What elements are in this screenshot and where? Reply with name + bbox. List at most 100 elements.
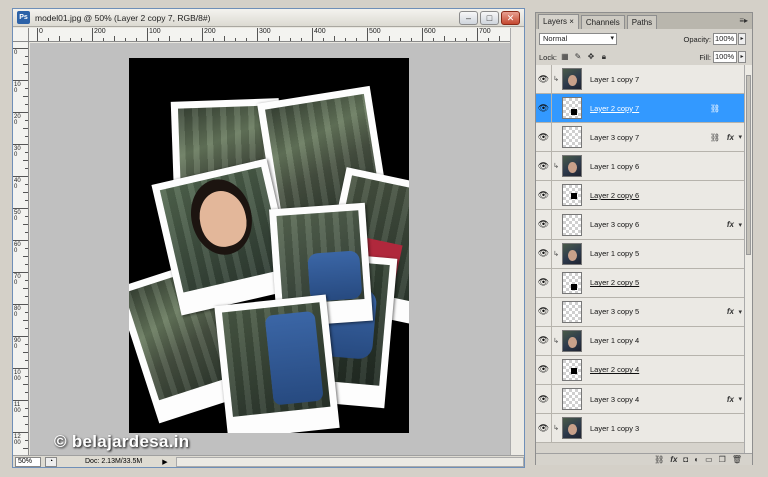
add-mask-icon[interactable]: ◘ — [683, 455, 688, 464]
layer-row[interactable]: 👁︎ Layer 3 copy 4 fx ▾ — [536, 385, 744, 415]
layer-thumbnail[interactable] — [562, 358, 582, 381]
visibility-eye-icon[interactable]: 👁︎ — [536, 239, 552, 268]
visibility-eye-icon[interactable]: 👁︎ — [536, 65, 552, 94]
layer-row[interactable]: 👁︎ Layer 3 copy 6 fx ▾ — [536, 210, 744, 240]
layer-name[interactable]: Layer 1 copy 7 — [590, 75, 639, 84]
layer-name[interactable]: Layer 2 copy 4 — [590, 365, 639, 374]
layer-name[interactable]: Layer 2 copy 6 — [590, 191, 639, 200]
expand-effects-icon[interactable]: ▾ — [738, 133, 742, 141]
layer-row[interactable]: 👁︎ ↳ Layer 1 copy 5 — [536, 239, 744, 269]
layer-name[interactable]: Layer 1 copy 4 — [590, 336, 639, 345]
status-info-icon[interactable]: ◔ — [45, 456, 57, 467]
status-menu-arrow-icon[interactable]: ▶ — [162, 458, 167, 466]
layers-scrollbar[interactable] — [744, 65, 752, 453]
zoom-field[interactable]: 50% — [15, 456, 41, 467]
lock-image-icon[interactable]: ✎ — [573, 52, 583, 62]
visibility-eye-icon[interactable]: 👁︎ — [536, 210, 552, 239]
lock-position-icon[interactable]: ✥ — [586, 52, 596, 62]
tab-channels[interactable]: Channels — [580, 15, 625, 29]
visibility-eye-icon[interactable]: 👁︎ — [536, 94, 552, 123]
layer-row[interactable]: 👁︎ Layer 3 copy 7 ⛓︎ fx ▾ — [536, 123, 744, 153]
layer-row[interactable]: 👁︎ ↳ Layer 1 copy 6 — [536, 152, 744, 182]
ruler-origin[interactable] — [13, 28, 29, 42]
layer-thumbnail[interactable] — [562, 97, 582, 120]
layer-thumbnail[interactable] — [562, 417, 582, 440]
layer-effects-icon[interactable]: fx — [727, 395, 734, 404]
layer-thumbnail[interactable] — [562, 155, 582, 178]
layer-name[interactable]: Layer 1 copy 5 — [590, 249, 639, 258]
layer-effects-icon[interactable]: fx — [727, 307, 734, 316]
layer-name[interactable]: Layer 3 copy 4 — [590, 395, 639, 404]
visibility-eye-icon[interactable]: 👁︎ — [536, 181, 552, 210]
visibility-eye-icon[interactable]: 👁︎ — [536, 385, 552, 414]
horizontal-ruler[interactable]: 0200100200300400500600700800 — [29, 28, 510, 42]
layer-thumbnail[interactable] — [562, 213, 582, 236]
maximize-button[interactable]: □ — [480, 11, 499, 25]
delete-layer-icon[interactable]: 🗑︎ — [732, 455, 742, 464]
lock-all-icon[interactable]: 🔒︎ — [599, 52, 609, 62]
document-vertical-scrollbar[interactable] — [510, 28, 524, 455]
opacity-arrow-icon[interactable]: ▸ — [738, 33, 746, 45]
visibility-eye-icon[interactable]: 👁︎ — [536, 297, 552, 326]
layer-row[interactable]: 👁︎ Layer 2 copy 7 ⛓︎ — [536, 94, 744, 124]
visibility-eye-icon[interactable]: 👁︎ — [536, 414, 552, 443]
layer-row[interactable]: 👁︎ Layer 2 copy 6 — [536, 181, 744, 211]
layer-thumbnail[interactable] — [562, 300, 582, 323]
opacity-field[interactable]: 100% — [713, 33, 737, 45]
layer-thumbnail[interactable] — [562, 242, 582, 265]
link-layers-icon[interactable]: ⛓︎ — [654, 455, 664, 464]
minimize-button[interactable]: – — [459, 11, 478, 25]
fill-arrow-icon[interactable]: ▸ — [738, 51, 746, 63]
visibility-eye-icon[interactable]: 👁︎ — [536, 268, 552, 297]
link-chain-icon[interactable]: ⛓︎ — [710, 133, 720, 142]
adjustment-layer-icon[interactable]: ◐ — [694, 455, 699, 464]
lock-transparency-icon[interactable]: ▦ — [560, 52, 570, 62]
layer-row[interactable]: 👁︎ Layer 3 copy 5 fx ▾ — [536, 297, 744, 327]
vertical-ruler[interactable]: 0 100 200 300 400 500 600 700 800 900 1000 1100 1200 — [13, 42, 29, 455]
layer-row[interactable]: 👁︎ ↳ Layer 1 copy 7 — [536, 65, 744, 95]
layer-row[interactable]: 👁︎ ↳ Layer 1 copy 3 — [536, 414, 744, 444]
visibility-eye-icon[interactable]: 👁︎ — [536, 152, 552, 181]
layers-scroll-thumb[interactable] — [746, 75, 751, 255]
document-titlebar[interactable]: Ps model01.jpg @ 50% (Layer 2 copy 7, RG… — [13, 9, 524, 27]
visibility-eye-icon[interactable]: 👁︎ — [536, 123, 552, 152]
layer-name[interactable]: Layer 3 copy 6 — [590, 220, 639, 229]
layer-name[interactable]: Layer 3 copy 7 — [590, 133, 639, 142]
document-horizontal-scrollbar[interactable] — [175, 456, 524, 467]
expand-effects-icon[interactable]: ▾ — [738, 221, 742, 229]
layer-row[interactable]: 👁︎ Layer 2 copy 5 — [536, 268, 744, 298]
link-chain-icon[interactable]: ⛓︎ — [710, 104, 720, 113]
expand-effects-icon[interactable]: ▾ — [738, 308, 742, 316]
ruler-tick — [92, 28, 93, 41]
layer-name[interactable]: Layer 2 copy 5 — [590, 278, 639, 287]
layer-thumbnail[interactable] — [562, 271, 582, 294]
blend-mode-select[interactable]: Normal — [539, 33, 617, 45]
panel-menu-icon[interactable]: ≡▸ — [739, 16, 748, 25]
layer-thumbnail[interactable] — [562, 388, 582, 411]
tab-layers[interactable]: Layers × — [538, 14, 579, 29]
layer-thumbnail[interactable] — [562, 329, 582, 352]
layer-name[interactable]: Layer 1 copy 6 — [590, 162, 639, 171]
artboard[interactable] — [129, 58, 409, 433]
layer-name[interactable]: Layer 3 copy 5 — [590, 307, 639, 316]
layer-row[interactable]: 👁︎ ↳ Layer 1 copy 4 — [536, 326, 744, 356]
layer-name[interactable]: Layer 2 copy 7 — [590, 104, 639, 113]
layer-thumbnail[interactable] — [562, 184, 582, 207]
fx-icon[interactable]: fx — [670, 455, 677, 464]
ruler-tick — [13, 176, 28, 177]
layer-effects-icon[interactable]: fx — [727, 133, 734, 142]
visibility-eye-icon[interactable]: 👁︎ — [536, 355, 552, 385]
close-button[interactable]: ✕ — [501, 11, 520, 25]
layer-thumbnail[interactable] — [562, 126, 582, 149]
visibility-eye-icon[interactable]: 👁︎ — [536, 326, 552, 355]
new-group-icon[interactable]: ▭ — [705, 455, 713, 464]
new-layer-icon[interactable]: ❐ — [719, 455, 726, 464]
fill-field[interactable]: 100% — [713, 51, 737, 63]
tab-paths[interactable]: Paths — [626, 15, 658, 29]
layer-row[interactable]: 👁︎ Layer 2 copy 4 — [536, 355, 744, 386]
layer-effects-icon[interactable]: fx — [727, 220, 734, 229]
layer-name[interactable]: Layer 1 copy 3 — [590, 424, 639, 433]
expand-effects-icon[interactable]: ▾ — [738, 395, 742, 403]
canvas-area[interactable]: © belajardesa.in — [30, 43, 510, 455]
layer-thumbnail[interactable] — [562, 68, 582, 91]
